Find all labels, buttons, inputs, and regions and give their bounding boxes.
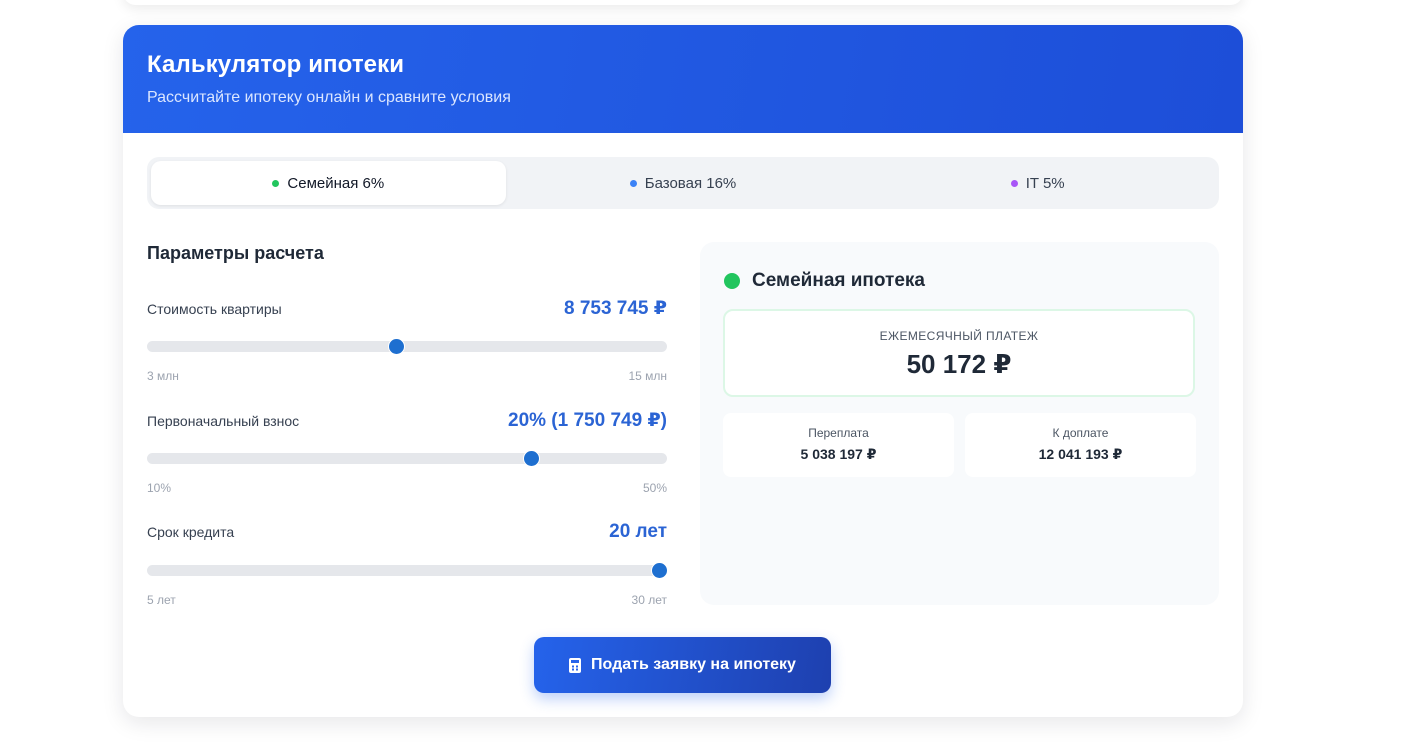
monthly-payment-amount: 50 172 ₽ <box>906 349 1012 379</box>
tab-it[interactable]: IT 5% <box>860 161 1215 205</box>
down-payment-max-label: 50% <box>642 481 667 495</box>
down-payment-label: Первоначальный взнос <box>147 412 300 429</box>
term-min-label: 5 лет <box>147 593 176 607</box>
tab-family-label: Семейная 6% <box>287 174 385 192</box>
result-panel: Семейная ипотека ЕЖЕМЕСЯЧНЫЙ ПЛАТЕЖ 50 1… <box>700 242 1219 605</box>
price-value: 8 753 745 ₽ <box>563 298 667 319</box>
mortgage-calculator-card: Калькулятор ипотеки Рассчитайте ипотеку … <box>123 25 1243 717</box>
total-payment-box: К доплате 12 041 193 ₽ <box>965 413 1196 477</box>
parameters-title: Параметры расчета <box>147 243 324 263</box>
tab-basic-label: Базовая 16% <box>644 174 737 192</box>
term-parameter: Срок кредита 20 лет 5 лет 30 лет <box>147 521 667 621</box>
overpayment-amount: 5 038 197 ₽ <box>800 446 877 462</box>
apply-mortgage-label: Подать заявку на ипотеку <box>591 656 796 673</box>
tab-family-dot <box>272 179 280 187</box>
price-min-label: 3 млн <box>147 369 179 383</box>
price-slider-track[interactable] <box>147 339 667 354</box>
program-tabs: Семейная 6% Базовая 16% IT 5% <box>147 157 1219 209</box>
previous-section-card <box>123 0 1243 5</box>
calculation-parameters: Параметры расчета Стоимость квартиры 8 7… <box>147 243 667 607</box>
program-status-dot <box>724 273 740 289</box>
term-label: Срок кредита <box>147 524 235 540</box>
result-title: Семейная ипотека <box>724 270 925 292</box>
total-payment-amount: 12 041 193 ₽ <box>1038 446 1123 462</box>
price-parameter: Стоимость квартиры 8 753 745 ₽ 3 млн 15 … <box>147 297 667 397</box>
down-payment-slider-track[interactable] <box>147 451 667 466</box>
calculator-title: Калькулятор ипотеки <box>147 51 405 78</box>
term-max-label: 30 лет <box>631 593 667 607</box>
overpayment-caption: Переплата <box>808 426 869 440</box>
tab-it-label: IT 5% <box>1025 174 1065 192</box>
monthly-payment-box: ЕЖЕМЕСЯЧНЫЙ ПЛАТЕЖ 50 172 ₽ <box>723 309 1195 397</box>
overpayment-box: Переплата 5 038 197 ₽ <box>723 413 954 477</box>
monthly-payment-caption: ЕЖЕМЕСЯЧНЫЙ ПЛАТЕЖ <box>879 329 1039 343</box>
term-slider-thumb[interactable] <box>651 563 667 578</box>
calculator-header: Калькулятор ипотеки Рассчитайте ипотеку … <box>123 25 1243 133</box>
calculator-icon <box>569 657 582 673</box>
down-payment-min-label: 10% <box>147 481 172 495</box>
price-slider-thumb[interactable] <box>389 339 405 354</box>
tab-family[interactable]: Семейная 6% <box>151 161 506 205</box>
term-value: 20 лет <box>609 521 667 542</box>
price-label: Стоимость квартиры <box>147 300 282 317</box>
term-slider-track[interactable] <box>147 563 667 578</box>
tab-it-dot <box>1010 179 1018 187</box>
down-payment-value: 20% (1 750 749 ₽) <box>508 410 667 431</box>
down-payment-slider-thumb[interactable] <box>524 451 540 466</box>
apply-mortgage-button[interactable]: Подать заявку на ипотеку <box>534 637 831 693</box>
tab-basic[interactable]: Базовая 16% <box>506 161 861 205</box>
price-max-label: 15 млн <box>628 369 667 383</box>
total-payment-caption: К доплате <box>1052 426 1109 440</box>
result-title-text: Семейная ипотека <box>752 270 925 291</box>
down-payment-parameter: Первоначальный взнос 20% (1 750 749 ₽) 1… <box>147 409 667 509</box>
calculator-subtitle: Рассчитайте ипотеку онлайн и сравните ус… <box>147 89 511 106</box>
tab-basic-dot <box>629 179 637 187</box>
